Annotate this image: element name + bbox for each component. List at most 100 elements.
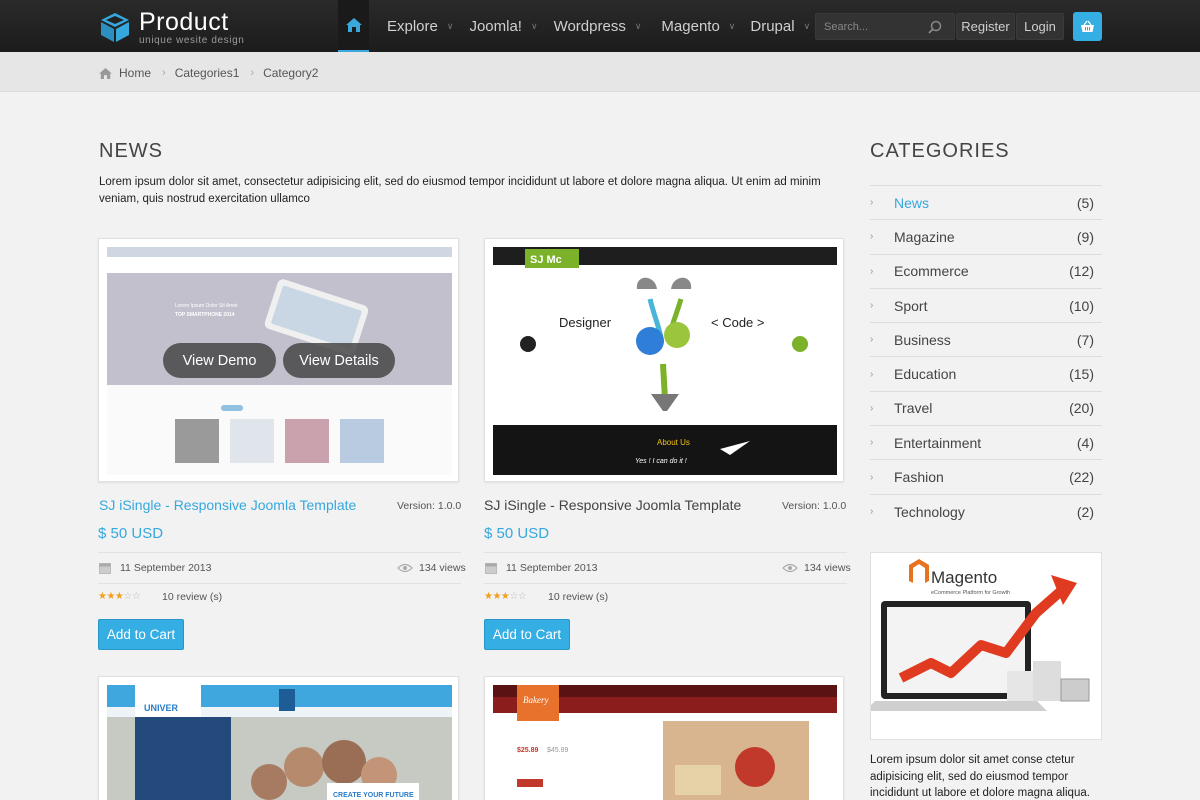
top-header: Product unique wesite design Explore ∨ Jo… [0,0,1200,52]
calendar-icon [485,563,497,574]
shot-text: < Code > [711,315,765,330]
category-item-education[interactable]: › Education (15) [870,357,1102,392]
product-views-2: 134 views [782,562,851,574]
product-price-2: $ 50 USD [484,525,550,542]
ad-text: Magento [931,568,997,587]
page-title: NEWS [99,140,163,162]
logo[interactable]: Product unique wesite design [99,9,244,46]
product-screenshot: SJ Mc Designer < Code > About Us Yes ! I… [493,247,837,475]
register-button[interactable]: Register [956,13,1015,40]
category-count: (7) [1076,331,1094,348]
shot-text: SJ Mc [530,254,562,266]
category-item-entertainment[interactable]: › Entertainment (4) [870,426,1102,461]
basket-icon [1081,20,1094,32]
category-item-travel[interactable]: › Travel (20) [870,392,1102,427]
ad-text: eCommerce Platform for Growth [931,590,1010,596]
shot-text: TOP SMARTPHONE 2014 [175,312,235,318]
product-image-1[interactable]: Lorem Ipsum Dolor Sit Amet TOP SMARTPHON… [98,238,459,482]
magento-banner[interactable]: Magento eCommerce Platform for Growth [870,552,1102,740]
nav-label: Magento [661,17,720,35]
category-label: Fashion [894,469,944,486]
search-icon[interactable] [928,20,942,34]
view-demo-button[interactable]: View Demo [163,343,276,378]
category-count: (22) [1069,469,1094,486]
brand-name: Product [139,8,229,36]
product-date-2: 11 September 2013 [485,562,597,574]
category-item-technology[interactable]: › Technology (2) [870,495,1102,529]
review-count-1[interactable]: 10 review (s) [162,591,222,603]
magento-banner-image: Magento eCommerce Platform for Growth [871,553,1101,739]
category-count: (2) [1076,503,1094,520]
main-nav: Explore ∨ Joomla! ∨ Wordpress ∨ Magento ∨ Dr… [338,0,818,52]
chevron-down-icon: ∨ [530,20,538,31]
shot-text: CREATE YOUR FUTURE [333,792,414,799]
product-screenshot: Lorem Ipsum Dolor Sit Amet TOP SMARTPHON… [107,247,452,475]
calendar-icon [99,563,111,574]
add-to-cart-button-2[interactable]: Add to Cart [484,619,570,650]
product-views-1: 134 views [397,562,466,574]
category-label: Magazine [894,228,955,245]
nav-label: Explore [387,17,438,35]
category-count: (20) [1069,400,1094,417]
nav-item-magento[interactable]: Magento ∨ [649,0,743,52]
category-label: Travel [894,400,933,417]
review-count-2[interactable]: 10 review (s) [548,591,608,603]
nav-label: Wordpress [553,17,626,35]
category-label: Education [894,366,957,383]
product-title-1[interactable]: SJ iSingle - Responsive Joomla Template [99,497,356,513]
category-count: (10) [1069,297,1094,314]
product-version-2: Version: 1.0.0 [782,500,847,512]
category-item-fashion[interactable]: › Fashion (22) [870,460,1102,495]
rating-stars-1: ★★★☆☆ [98,591,141,602]
nav-item-explore[interactable]: Explore ∨ [369,0,461,52]
category-item-sport[interactable]: › Sport (10) [870,289,1102,324]
category-item-business[interactable]: › Business (7) [870,323,1102,358]
product-image-4[interactable]: Bakery $25.89 $45.89 [484,676,844,800]
product-screenshot: Bakery $25.89 $45.89 [493,685,837,800]
divider [98,583,461,584]
logo-box-icon [101,13,129,42]
product-image-2[interactable]: SJ Mc Designer < Code > About Us Yes ! I… [484,238,844,482]
sidebar-text: Lorem ipsum dolor sit amet conse ctetur … [870,754,1090,799]
eye-icon [782,563,798,573]
view-details-button[interactable]: View Details [283,343,395,378]
nav-home[interactable] [338,0,369,52]
category-count: (4) [1076,434,1094,451]
category-label: Ecommerce [894,263,969,280]
chevron-right-icon: › [870,368,874,380]
breadcrumb-home[interactable]: Home [119,66,151,80]
home-icon [99,67,112,79]
shot-text: About Us [657,438,690,447]
shot-text: UNIVER [144,703,179,713]
add-to-cart-button-1[interactable]: Add to Cart [98,619,184,650]
product-image-3[interactable]: UNIVER CREATE YOUR FUTURE [98,676,459,800]
category-count: (12) [1069,263,1094,280]
product-version-1: Version: 1.0.0 [397,500,462,512]
nav-item-joomla[interactable]: Joomla! ∨ [461,0,545,52]
chevron-down-icon: ∨ [446,20,454,31]
date-text: 11 September 2013 [506,562,598,574]
nav-item-wordpress[interactable]: Wordpress ∨ [546,0,650,52]
category-count: (15) [1069,366,1094,383]
breadcrumb-category2: Category2 [263,66,319,80]
chevron-right-icon: › [870,300,874,312]
category-item-news[interactable]: › News (5) [870,186,1102,221]
product-title-2[interactable]: SJ iSingle - Responsive Joomla Template [484,497,741,513]
category-item-magazine[interactable]: › Magazine (9) [870,220,1102,255]
category-item-ecommerce[interactable]: › Ecommerce (12) [870,255,1102,289]
shot-text: $25.89 [517,747,539,754]
date-text: 11 September 2013 [120,562,212,574]
views-text: 134 views [419,562,466,574]
search-input[interactable] [816,20,928,33]
chevron-right-icon: › [870,231,874,243]
shot-text: $45.89 [547,747,569,754]
chevron-right-icon: › [870,197,874,209]
nav-item-drupal[interactable]: Drupal ∨ [743,0,818,52]
cart-button[interactable] [1073,12,1102,41]
search-box [815,13,955,40]
chevron-right-icon: › [250,67,255,79]
shot-text: Designer [559,315,612,330]
login-button[interactable]: Login [1016,13,1064,40]
shot-text: Bakery [523,695,548,705]
breadcrumb-categories1[interactable]: Categories1 [175,66,240,80]
